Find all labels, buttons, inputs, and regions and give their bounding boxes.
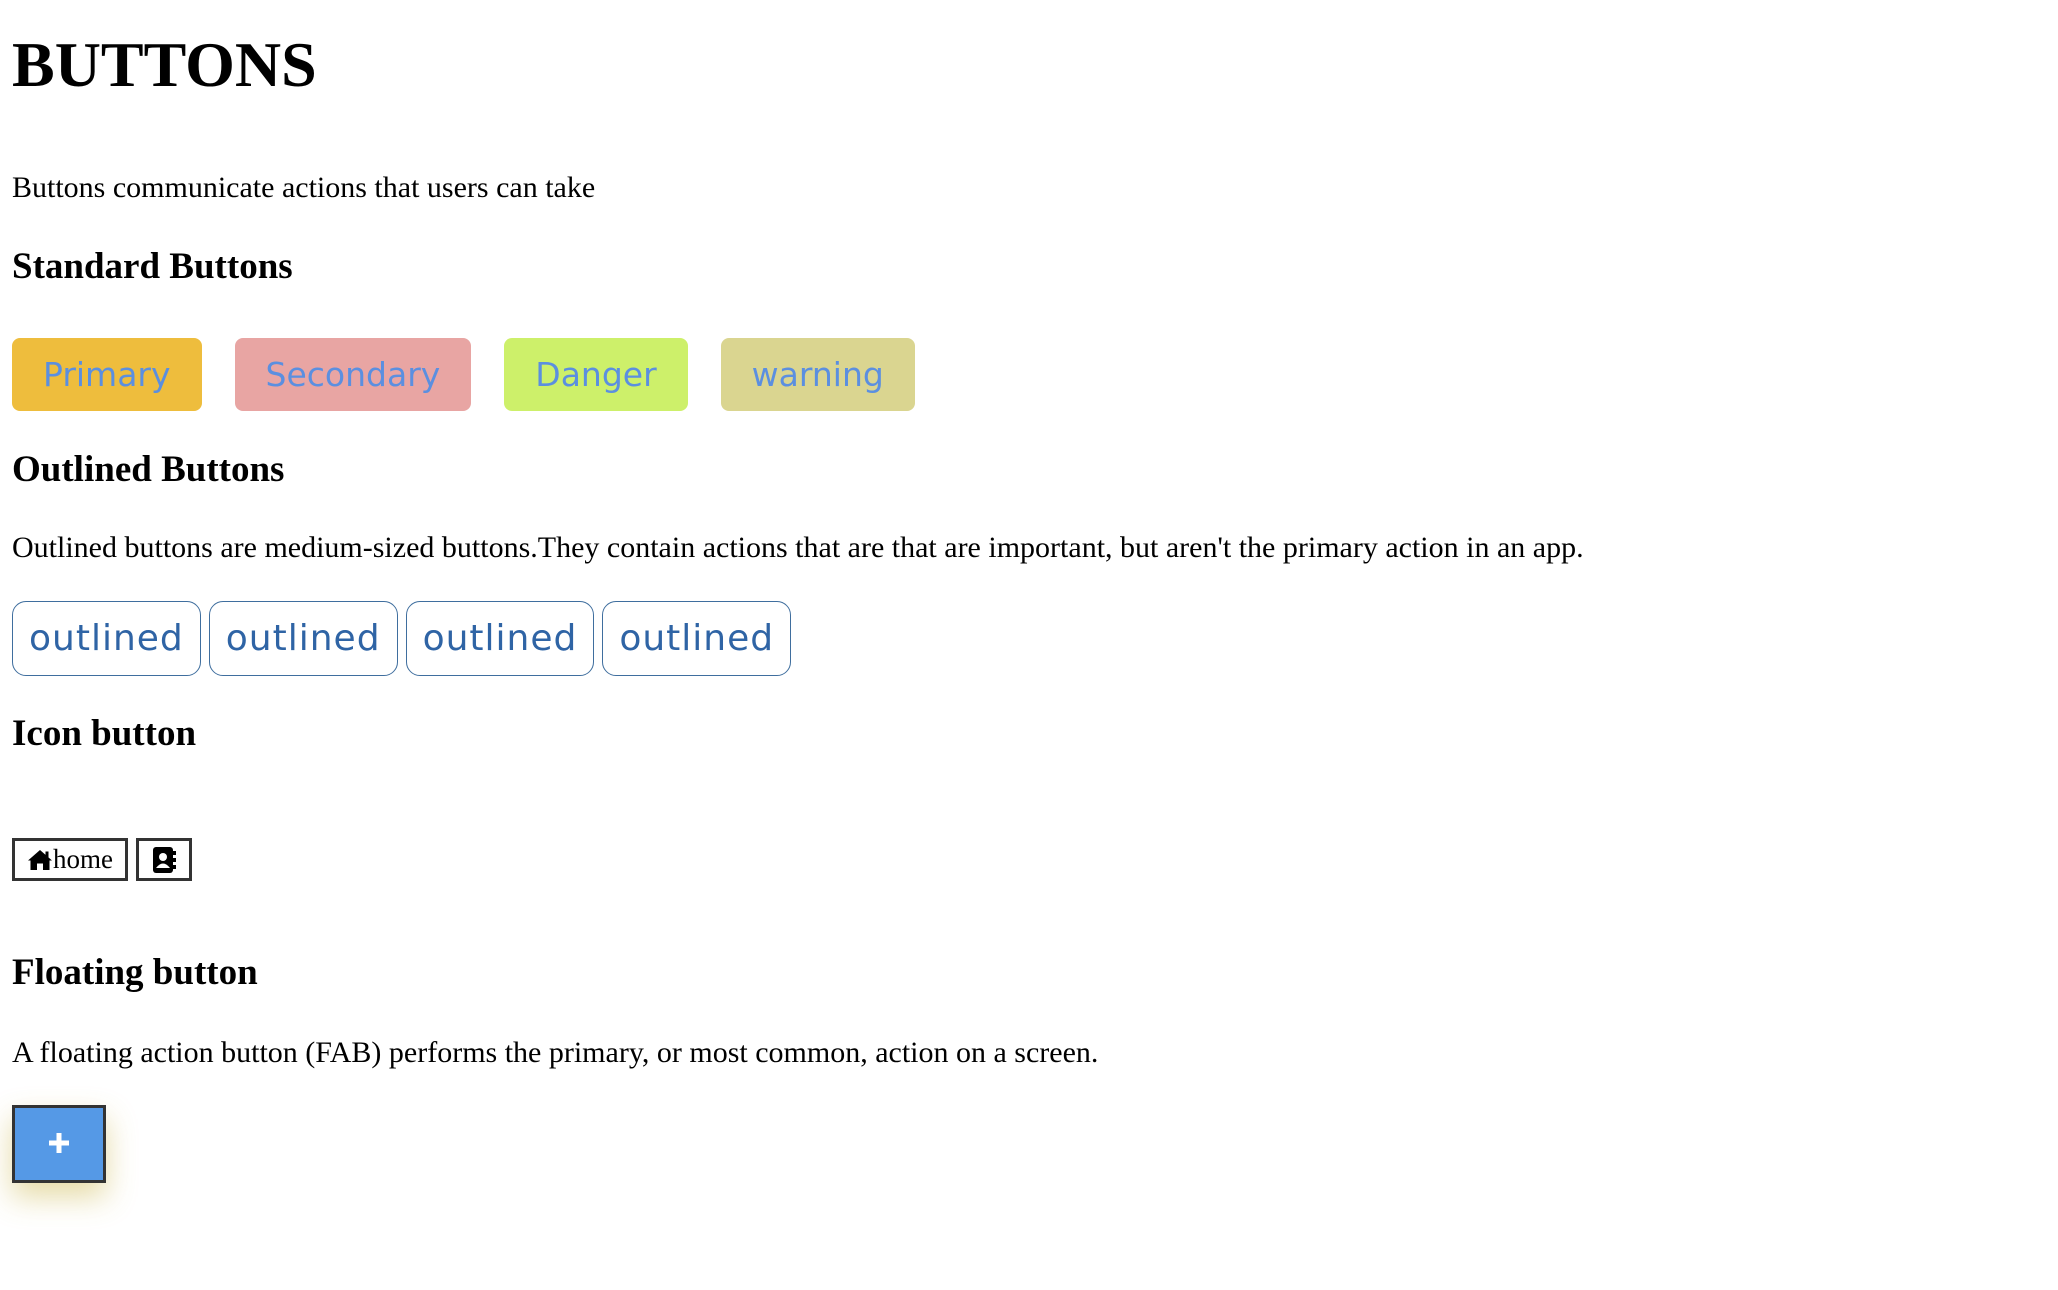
outlined-button-2[interactable]: outlined — [208, 601, 398, 676]
outlined-buttons-row: outlined outlined outlined outlined — [12, 601, 799, 676]
danger-button[interactable]: Danger — [504, 338, 688, 411]
floating-action-button[interactable] — [12, 1105, 106, 1183]
plus-icon — [47, 1131, 71, 1158]
home-icon — [27, 849, 53, 871]
standard-buttons-row: Primary Secondary Danger warning — [12, 338, 948, 411]
home-button[interactable]: home — [12, 838, 128, 881]
outlined-button-4[interactable]: outlined — [602, 601, 792, 676]
home-button-label: home — [53, 844, 113, 874]
icon-buttons-row: home — [12, 838, 200, 881]
outlined-buttons-description: Outlined buttons are medium-sized button… — [12, 531, 1584, 564]
floating-button-heading: Floating button — [12, 952, 258, 993]
warning-button[interactable]: warning — [720, 338, 915, 411]
address-book-button[interactable] — [136, 838, 192, 881]
secondary-button[interactable]: Secondary — [234, 338, 472, 411]
floating-button-description: A floating action button (FAB) performs … — [12, 1036, 1099, 1069]
address-book-icon — [151, 846, 177, 874]
primary-button[interactable]: Primary — [12, 338, 202, 411]
standard-buttons-heading: Standard Buttons — [12, 246, 293, 287]
page-title: BUTTONS — [12, 29, 317, 100]
icon-button-heading: Icon button — [12, 713, 197, 754]
outlined-buttons-heading: Outlined Buttons — [12, 449, 285, 490]
page-intro: Buttons communicate actions that users c… — [12, 171, 596, 204]
outlined-button-3[interactable]: outlined — [405, 601, 595, 676]
outlined-button-1[interactable]: outlined — [12, 601, 201, 676]
